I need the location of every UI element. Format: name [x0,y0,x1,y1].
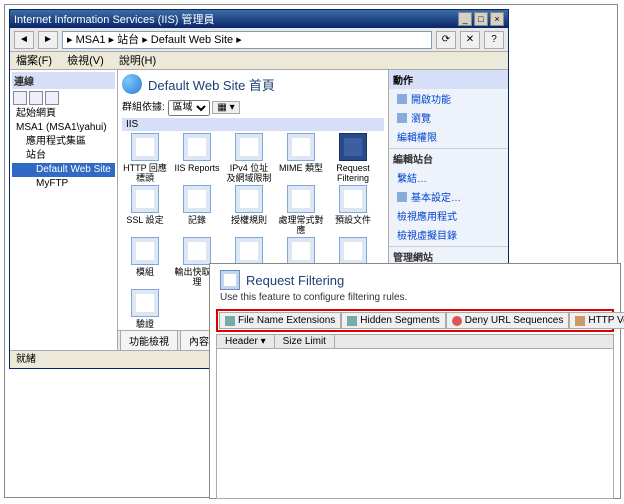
back-button[interactable]: ◄ [14,31,34,49]
feature-icon [131,133,159,161]
tree-node-start[interactable]: 起始網頁 [12,107,115,121]
feature--[interactable]: 處理常式對應 [278,185,324,235]
col-size-limit[interactable]: Size Limit [275,335,335,348]
help-button[interactable]: ? [484,31,504,49]
tab-hidden-seg[interactable]: Hidden Segments [341,312,446,329]
view-button[interactable]: ▦ ▾ [212,101,239,114]
feature-icon [131,185,159,213]
action-view-vdir[interactable]: 檢視虛擬目錄 [389,225,508,244]
tab-file-ext[interactable]: File Name Extensions [219,312,341,329]
feature--[interactable]: 模組 [122,237,168,287]
maximize-button[interactable]: □ [474,12,488,26]
stop-button[interactable]: ✕ [460,31,480,49]
feature-icon [131,237,159,265]
connections-toolbar [12,89,115,107]
connections-panel: 連線 起始網頁 MSA1 (MSA1\yahui) 應用程式集區 站台 Defa… [10,70,118,350]
tab-features[interactable]: 功能檢視 [120,330,178,350]
tree-node-sites[interactable]: 站台 [12,149,115,163]
feature--[interactable]: 記錄 [174,185,220,235]
tree-node-apppools[interactable]: 應用程式集區 [12,135,115,149]
menu-file[interactable]: 檔案(F) [16,55,52,67]
feature--[interactable]: 授權規則 [226,185,272,235]
actions-header: 動作 [389,70,508,89]
feature--[interactable]: 驗證 [122,289,168,329]
close-button[interactable]: × [490,12,504,26]
feature-icon [287,133,315,161]
menu-view[interactable]: 檢視(V) [67,55,104,67]
settings-icon [397,192,407,202]
save-icon[interactable] [29,91,43,105]
feature-icon [235,133,263,161]
feature--[interactable]: 預設文件 [330,185,376,235]
page-title: Default Web Site 首頁 [122,74,384,94]
feature-icon [235,237,263,265]
feature-ipv4-[interactable]: IPv4 位址及網域限制 [226,133,272,183]
group-by-select[interactable]: 區域 [168,100,210,116]
rf-desc: Use this feature to configure filtering … [220,292,610,303]
verb-icon [575,316,585,326]
tab-deny-url[interactable]: Deny URL Sequences [446,312,570,329]
rf-title: Request Filtering [220,270,610,290]
action-bindings[interactable]: 繫結… [389,168,508,187]
tab-http-verbs[interactable]: HTTP Verbs [569,312,624,329]
breadcrumb[interactable]: ▸ MSA1 ▸ 站台 ▸ Default Web Site ▸ [62,31,432,49]
connections-header: 連線 [12,72,115,89]
feature-icon [131,289,159,317]
forward-button[interactable]: ► [38,31,58,49]
feature-icon [183,185,211,213]
rf-tabs: File Name Extensions Hidden Segments Den… [216,309,614,332]
filter-icon [220,270,240,290]
feature-request-filtering[interactable]: Request Filtering [330,133,376,183]
feature-http-[interactable]: HTTP 回應標頭 [122,133,168,183]
file-ext-icon [225,316,235,326]
tree-node-myftp[interactable]: MyFTP [12,177,115,191]
titlebar: Internet Information Services (IIS) 管理員 … [10,10,508,28]
group-by-row: 群組依據: 區域 ▦ ▾ [122,98,384,116]
feature-ssl-[interactable]: SSL 設定 [122,185,168,235]
request-filtering-panel: Request Filtering Use this feature to co… [209,263,621,499]
feature-icon [287,237,315,265]
feature-icon [287,185,315,213]
menubar: 檔案(F) 檢視(V) 說明(H) [10,52,508,70]
window-title: Internet Information Services (IIS) 管理員 [14,11,456,27]
feature-icon [339,133,367,161]
feature-icon [183,237,211,265]
connect-icon[interactable] [13,91,27,105]
feature-icon [339,185,367,213]
action-open[interactable]: 開啟功能 [389,89,508,108]
section-edit-site: 編輯站台 [389,148,508,168]
refresh-tree-icon[interactable] [45,91,59,105]
open-icon [397,94,407,104]
feature-icon [183,133,211,161]
rf-grid-header: Header ▾ Size Limit [216,334,614,349]
feature-mime-[interactable]: MIME 類型 [278,133,324,183]
tree-node-default-site[interactable]: Default Web Site [12,163,115,177]
col-header[interactable]: Header ▾ [217,335,275,348]
action-basic[interactable]: 基本設定… [389,187,508,206]
action-view-apps[interactable]: 檢視應用程式 [389,206,508,225]
hidden-seg-icon [347,316,357,326]
action-explore[interactable]: 瀏覽 [389,108,508,127]
tree-node-server[interactable]: MSA1 (MSA1\yahui) [12,121,115,135]
rf-grid-body [216,349,614,499]
feature-icon [339,237,367,265]
feature-iis-reports[interactable]: IIS Reports [174,133,220,183]
feature-icon [235,185,263,213]
deny-icon [452,316,462,326]
refresh-button[interactable]: ⟳ [436,31,456,49]
menu-help[interactable]: 說明(H) [119,55,156,67]
globe-icon [122,74,142,94]
action-edit-perm[interactable]: 編輯權限 [389,127,508,146]
category-iis: IIS [122,118,384,131]
address-bar: ◄ ► ▸ MSA1 ▸ 站台 ▸ Default Web Site ▸ ⟳ ✕… [10,28,508,52]
minimize-button[interactable]: _ [458,12,472,26]
explore-icon [397,113,407,123]
